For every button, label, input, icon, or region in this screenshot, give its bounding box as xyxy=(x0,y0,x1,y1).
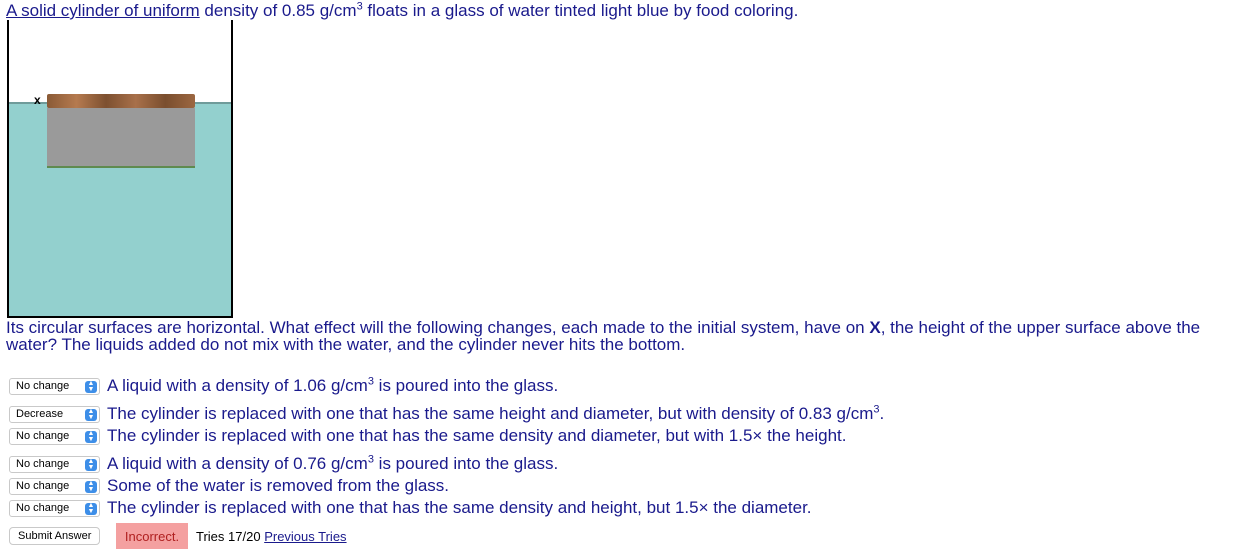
select-arrows-icon: ▲ ▼ xyxy=(85,380,97,393)
answer-row: No change ▲ ▼ Some of the water is remove… xyxy=(9,476,449,496)
answer-text: The cylinder is replaced with one that h… xyxy=(107,426,847,445)
x-height-marker: x xyxy=(34,93,41,107)
title-part3: floats in a glass of water tinted light … xyxy=(362,1,799,20)
tries-info: Tries 17/20 Previous Tries xyxy=(196,529,347,544)
cylinder-top-surface xyxy=(47,94,195,108)
answer-text: The cylinder is replaced with one that h… xyxy=(107,403,885,423)
select-value: No change xyxy=(16,380,70,392)
answer-row: No change ▲ ▼ A liquid with a density of … xyxy=(9,376,558,396)
answer-select[interactable]: No change ▲ ▼ xyxy=(9,455,100,473)
submit-answer-button[interactable]: Submit Answer xyxy=(9,527,101,545)
question-description: Its circular surfaces are horizontal. Wh… xyxy=(6,319,1242,353)
select-arrows-icon: ▲ ▼ xyxy=(85,480,97,493)
answer-row: No change ▲ ▼ The cylinder is replaced wi… xyxy=(9,426,846,446)
question-title: A solid cylinder of uniform density of 0… xyxy=(6,1,798,21)
title-part2: density of 0.85 g/cm xyxy=(199,1,357,20)
answer-row: No change ▲ ▼ The cylinder is replaced wi… xyxy=(9,498,812,518)
status-badge: Incorrect. xyxy=(116,523,188,549)
description-bold-x: X xyxy=(869,318,881,337)
answer-text: A liquid with a density of 0.76 g/cm3 is… xyxy=(107,453,559,473)
tries-count: Tries 17/20 xyxy=(196,529,261,544)
glass-figure: x xyxy=(7,20,233,318)
select-value: No change xyxy=(16,502,70,514)
answer-select[interactable]: No change ▲ ▼ xyxy=(9,499,100,517)
select-arrows-icon: ▲ ▼ xyxy=(85,430,97,443)
select-arrows-icon: ▲ ▼ xyxy=(85,502,97,515)
answer-row: Decrease ▲ ▼ The cylinder is replaced wit… xyxy=(9,404,884,424)
select-value: Decrease xyxy=(16,408,64,420)
answer-text: A liquid with a density of 1.06 g/cm3 is… xyxy=(107,375,559,395)
cylinder-submerged xyxy=(47,108,195,168)
select-value: No change xyxy=(16,480,70,492)
title-underlined: A solid cylinder of uniform xyxy=(6,1,200,20)
select-value: No change xyxy=(16,430,70,442)
select-value: No change xyxy=(16,458,70,470)
answer-select[interactable]: No change ▲ ▼ xyxy=(9,427,100,445)
answer-row: No change ▲ ▼ A liquid with a density of … xyxy=(9,454,558,474)
select-arrows-icon: ▲ ▼ xyxy=(85,458,97,471)
answer-select[interactable]: Decrease ▲ ▼ xyxy=(9,405,100,423)
answer-select[interactable]: No change ▲ ▼ xyxy=(9,377,100,395)
answer-select[interactable]: No change ▲ ▼ xyxy=(9,477,100,495)
select-arrows-icon: ▲ ▼ xyxy=(85,408,97,421)
previous-tries-link[interactable]: Previous Tries xyxy=(264,529,346,544)
answer-text: Some of the water is removed from the gl… xyxy=(107,476,450,495)
answer-text: The cylinder is replaced with one that h… xyxy=(107,498,812,517)
